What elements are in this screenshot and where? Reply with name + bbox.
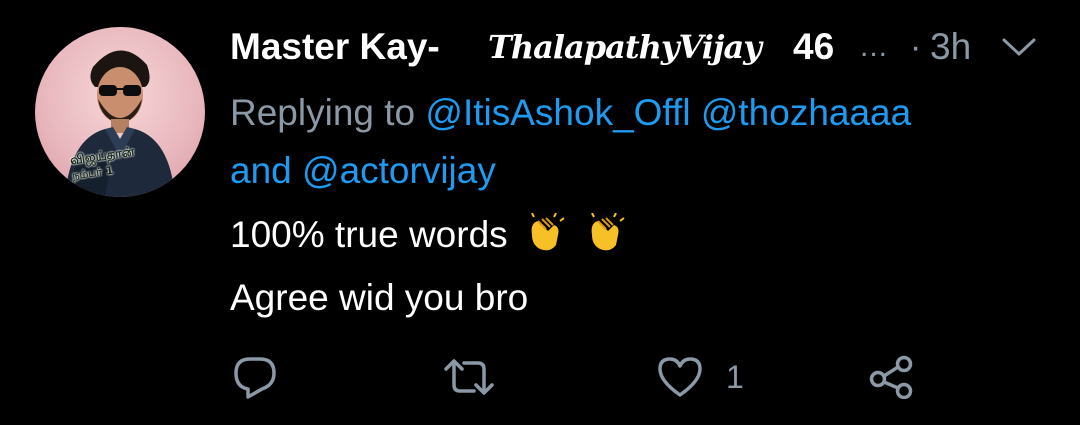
share-icon — [869, 355, 913, 399]
tweet-line-2: Agree wid you bro — [230, 277, 529, 318]
separator-dot: · — [910, 28, 922, 66]
replying-to: Replying to @ItisAshok_Offl @thozhaaaa a… — [230, 84, 1060, 200]
clapping-hands-icon — [584, 212, 628, 269]
tweet-line-1-text: 100% true words — [230, 214, 508, 255]
replying-prefix: Replying to — [230, 92, 416, 133]
name-ellipsis: ... — [860, 30, 889, 63]
replying-and[interactable]: and — [230, 150, 292, 191]
reply-button[interactable] — [232, 352, 278, 402]
timestamp[interactable]: 3h — [930, 26, 971, 68]
action-bar: 1 — [232, 352, 932, 402]
like-button[interactable]: 1 — [656, 352, 744, 402]
avatar[interactable]: விஜய்தான் நம்பர் 1 — [35, 27, 205, 197]
heart-icon — [658, 357, 702, 397]
clapping-hands-icon — [524, 212, 568, 269]
mention-thozhaaaa[interactable]: @thozhaaaa — [701, 92, 911, 133]
tweet-text: 100% true words Agree wid you bro — [230, 206, 1050, 326]
retweet-button[interactable] — [442, 352, 496, 402]
retweet-icon — [444, 359, 494, 395]
tweet[interactable]: விஜய்தான் நம்பர் 1 Master Kay- Thalapath… — [0, 0, 1080, 425]
mention-actorvijay[interactable]: @actorvijay — [302, 150, 496, 191]
like-count: 1 — [726, 358, 744, 395]
tweet-header: Master Kay- ThalapathyVijay 46 ... · 3h — [230, 22, 1060, 72]
display-name[interactable]: Master Kay- — [230, 26, 440, 68]
display-name-script[interactable]: ThalapathyVijay — [488, 28, 762, 66]
reply-icon — [234, 357, 276, 399]
display-name-suffix[interactable]: 46 — [793, 26, 834, 68]
mention-itisashok[interactable]: @ItisAshok_Offl — [425, 92, 690, 133]
share-button[interactable] — [868, 352, 916, 402]
chevron-down-icon[interactable] — [1000, 34, 1038, 60]
tweet-line-1: 100% true words — [230, 206, 1050, 269]
